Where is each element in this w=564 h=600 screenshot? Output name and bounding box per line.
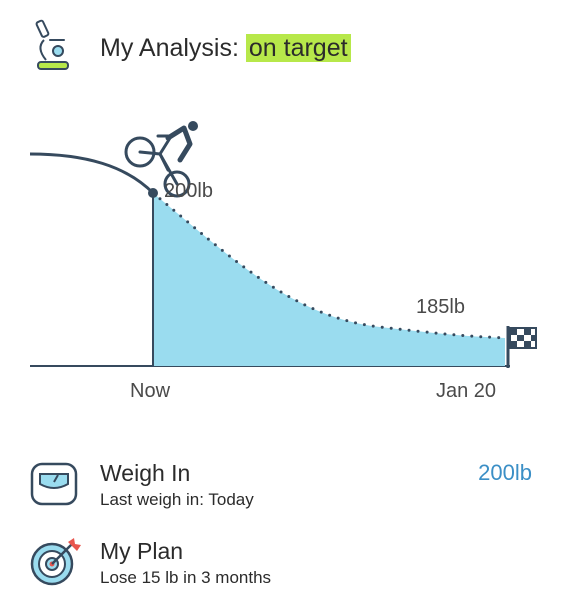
x-axis-label-now: Now: [130, 380, 171, 402]
target-icon: [30, 538, 81, 586]
weight-projection-chart: 200lb 185lb Now Jan 20: [0, 100, 564, 420]
analysis-header: My Analysis: on target: [0, 0, 564, 100]
weigh-in-value[interactable]: 200lb: [478, 460, 532, 486]
finish-flag-icon: [506, 326, 537, 368]
analysis-title-prefix: My Analysis:: [100, 34, 246, 62]
microscope-icon: [35, 19, 69, 70]
weigh-in-row[interactable]: Weigh In Last weigh in: Today 200lb: [0, 452, 564, 522]
my-plan-subtitle: Lose 15 lb in 3 months: [100, 568, 272, 587]
target-weight-label: 185lb: [416, 296, 465, 318]
my-plan-row[interactable]: My Plan Lose 15 lb in 3 months: [0, 530, 564, 600]
start-weight-label: 200lb: [164, 180, 213, 202]
analysis-status-badge: on target: [245, 34, 351, 62]
projection-area: [153, 193, 505, 366]
current-weight-point: [148, 188, 158, 198]
x-axis-label-end-date: Jan 20: [436, 380, 497, 402]
analysis-title: My Analysis: on target: [100, 34, 351, 63]
history-line: [29, 152, 155, 195]
weigh-in-title: Weigh In: [100, 460, 191, 486]
weigh-in-subtitle: Last weigh in: Today: [100, 490, 254, 509]
my-plan-title: My Plan: [100, 538, 184, 564]
chart-canvas: [29, 121, 537, 368]
scale-icon: [30, 462, 78, 506]
